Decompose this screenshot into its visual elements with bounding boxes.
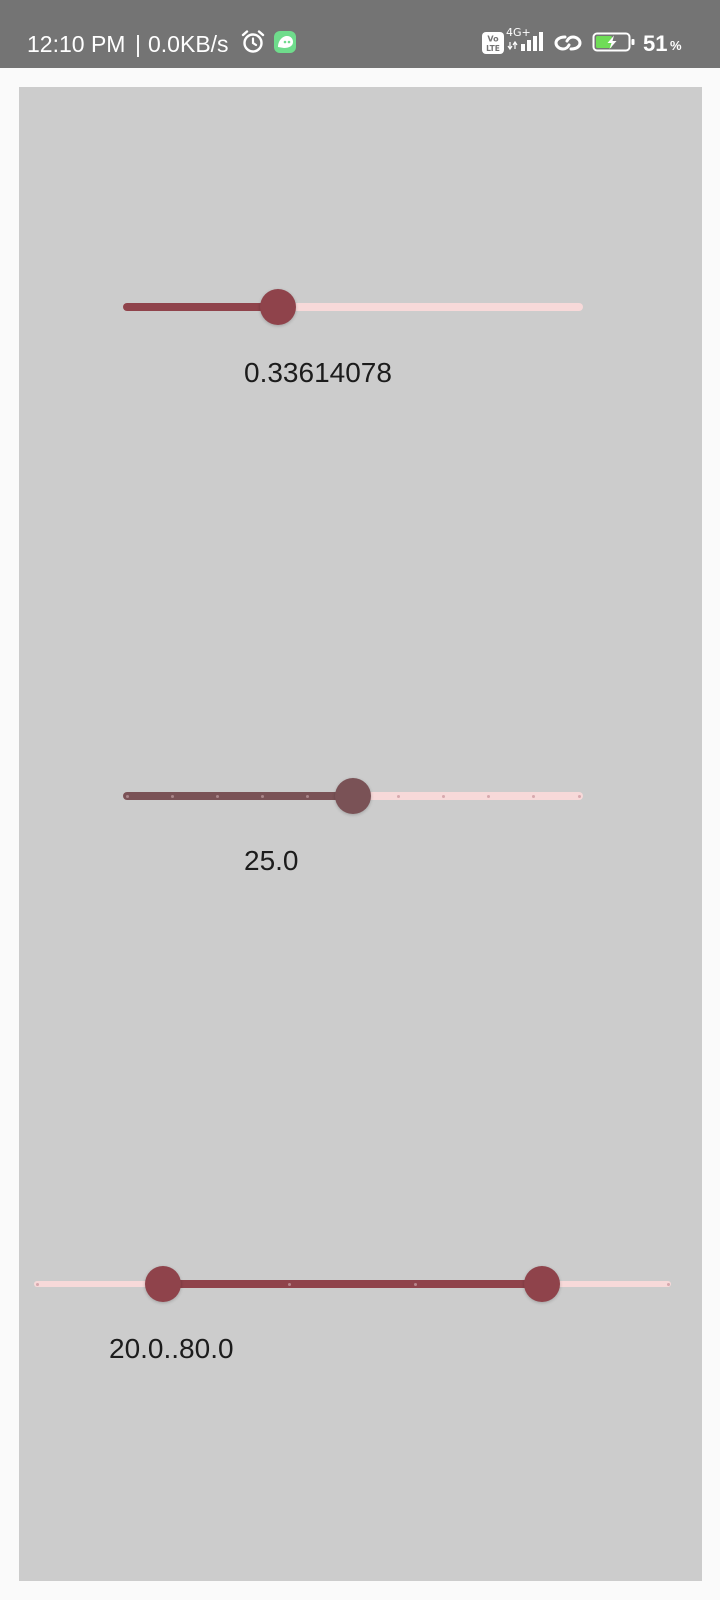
battery-percent: 51 xyxy=(643,31,668,56)
svg-text:Vo: Vo xyxy=(487,35,499,44)
slider-tick xyxy=(666,1282,670,1286)
slider-tick xyxy=(577,794,581,798)
active-track xyxy=(123,303,278,311)
status-bar: 12:10 PM | 0.0KB/s Vo LTE 4G+ 51 % xyxy=(0,0,720,68)
status-separator: | xyxy=(135,31,141,57)
slider-tick xyxy=(261,794,265,798)
link-icon xyxy=(553,32,583,54)
continuous-slider-value: 0.33614078 xyxy=(244,357,392,388)
4g-signal-icon: 4G+ xyxy=(506,27,548,55)
slider-tick xyxy=(487,794,491,798)
network-speed: 0.0KB/s xyxy=(148,31,229,57)
content-panel: 0.33614078 25.0 20.0..80.0 xyxy=(19,87,702,1581)
alarm-icon xyxy=(240,29,266,55)
slider-tick xyxy=(441,794,445,798)
volte-icon: Vo LTE xyxy=(482,32,504,54)
continuous-slider[interactable] xyxy=(123,287,583,327)
range-end-thumb[interactable] xyxy=(523,1266,560,1302)
range-slider[interactable] xyxy=(34,1264,671,1304)
slider-tick xyxy=(35,1282,39,1286)
slider-tick xyxy=(532,794,536,798)
slider-tick xyxy=(170,794,174,798)
slider-thumb[interactable] xyxy=(259,289,296,325)
battery-charging-icon xyxy=(592,31,636,53)
battery-percent-unit: % xyxy=(670,38,682,53)
slider-thumb[interactable] xyxy=(335,778,371,814)
slider-tick xyxy=(125,794,129,798)
slider-tick xyxy=(215,794,219,798)
range-start-thumb[interactable] xyxy=(145,1266,182,1302)
slider-tick xyxy=(414,1282,418,1286)
discrete-slider[interactable] xyxy=(123,776,583,816)
active-track xyxy=(163,1280,542,1288)
slider-tick xyxy=(396,794,400,798)
range-slider-value: 20.0..80.0 xyxy=(109,1333,234,1364)
slider-tick xyxy=(306,794,310,798)
status-time: 12:10 PM xyxy=(27,31,126,57)
svg-text:LTE: LTE xyxy=(486,44,500,53)
app-notification-icon xyxy=(274,31,296,53)
active-track xyxy=(123,792,353,800)
discrete-slider-value: 25.0 xyxy=(244,845,299,876)
slider-tick xyxy=(287,1282,291,1286)
